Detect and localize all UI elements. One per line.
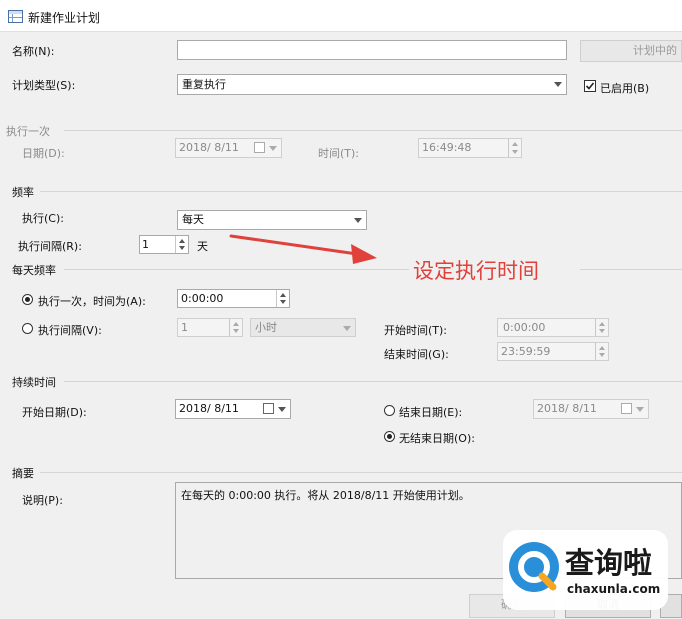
section-divider [64,381,682,382]
section-divider [64,269,409,270]
end-time-value: 23:59:59 [501,345,551,358]
chevron-down-icon [636,407,644,412]
start-date-value: 2018/ 8/11 [179,402,239,415]
occurs-every-label: 执行间隔(V): [38,324,102,337]
section-divider [40,472,682,473]
daily-frequency-section-title: 每天频率 [12,264,56,277]
section-divider [580,269,682,270]
start-date-picker[interactable]: 2018/ 8/11 [175,399,291,419]
occurs-every-value: 1 [181,321,188,334]
recurs-unit: 天 [197,240,208,253]
spinner-icon[interactable] [175,236,188,253]
watermark-brand: 查询啦 [565,546,653,580]
spinner-icon[interactable] [508,139,521,157]
end-date-value: 2018/ 8/11 [537,402,597,415]
annotation-text: 设定执行时间 [413,259,539,283]
start-date-label: 开始日期(D): [22,406,87,419]
spinner-icon[interactable] [595,319,608,336]
chevron-down-icon [278,407,286,412]
start-time-value: 0:00:00 [503,321,546,334]
occurs-every-radio[interactable] [22,323,33,334]
chevron-down-icon [554,82,562,87]
one-time-time-input[interactable]: 16:49:48 [418,138,522,158]
spinner-icon[interactable] [276,290,289,307]
schedule-type-value: 重复执行 [182,78,226,91]
magnifier-logo-icon [509,542,559,592]
occurs-value: 每天 [182,213,204,226]
occurs-label: 执行(C): [22,212,64,225]
chevron-down-icon [269,146,277,151]
frequency-section-title: 频率 [12,186,34,199]
description-label: 说明(P): [22,494,63,507]
schedule-type-select[interactable]: 重复执行 [177,74,567,95]
name-input[interactable] [177,40,567,60]
occurs-select[interactable]: 每天 [177,210,367,230]
no-end-date-label: 无结束日期(O): [399,432,475,445]
section-divider [40,191,682,192]
schedule-type-label: 计划类型(S): [12,79,76,92]
title-bar [0,0,682,32]
enabled-label: 已启用(B) [600,82,650,95]
start-time-label: 开始时间(T): [384,324,448,337]
name-label: 名称(N): [12,45,55,58]
end-time-label: 结束时间(G): [384,348,449,361]
one-time-section-title: 执行一次 [6,125,50,138]
occurs-once-time-input[interactable]: 0:00:00 [177,289,290,308]
occurs-once-label: 执行一次，时间为(A): [38,295,146,308]
window-title: 新建作业计划 [28,11,101,25]
checkmark-icon [585,82,595,90]
recurs-every-input[interactable]: 1 [139,235,189,254]
calendar-icon [621,403,632,414]
start-time-input[interactable]: 0:00:00 [497,318,609,337]
end-date-picker[interactable]: 2018/ 8/11 [533,399,649,419]
recurs-every-label: 执行间隔(R): [18,240,82,253]
section-divider [64,130,682,131]
occurs-once-time-value: 0:00:00 [181,292,224,305]
occurs-every-unit-select[interactable]: 小时 [250,318,356,337]
spinner-icon[interactable] [595,343,608,360]
recurs-every-value: 1 [142,238,149,251]
red-arrow-annotation [229,234,377,264]
one-time-time-label: 时间(T): [318,147,360,160]
one-time-time-value: 16:49:48 [422,141,472,154]
enabled-checkbox[interactable] [584,80,596,92]
summary-section-title: 摘要 [12,467,34,480]
occurs-once-radio[interactable] [22,294,33,305]
calendar-icon [254,142,265,153]
watermark-domain: chaxunla.com [567,582,661,596]
end-date-label: 结束日期(E): [399,406,463,419]
chevron-down-icon [343,326,351,331]
watermark-logo: 查询啦 chaxunla.com [503,530,668,610]
one-time-date-picker[interactable]: 2018/ 8/11 [175,138,282,158]
end-date-radio[interactable] [384,405,395,416]
chevron-down-icon [354,218,362,223]
jobs-in-schedule-button[interactable]: 计划中的 [580,40,682,62]
duration-section-title: 持续时间 [12,376,56,389]
one-time-date-value: 2018/ 8/11 [179,141,239,154]
no-end-date-radio[interactable] [384,431,395,442]
occurs-every-input[interactable]: 1 [177,318,243,337]
one-time-date-label: 日期(D): [22,147,65,160]
calendar-app-icon [8,10,23,23]
spinner-icon[interactable] [229,319,242,336]
end-time-input[interactable]: 23:59:59 [497,342,609,361]
occurs-every-unit-value: 小时 [255,321,277,334]
calendar-icon [263,403,274,414]
